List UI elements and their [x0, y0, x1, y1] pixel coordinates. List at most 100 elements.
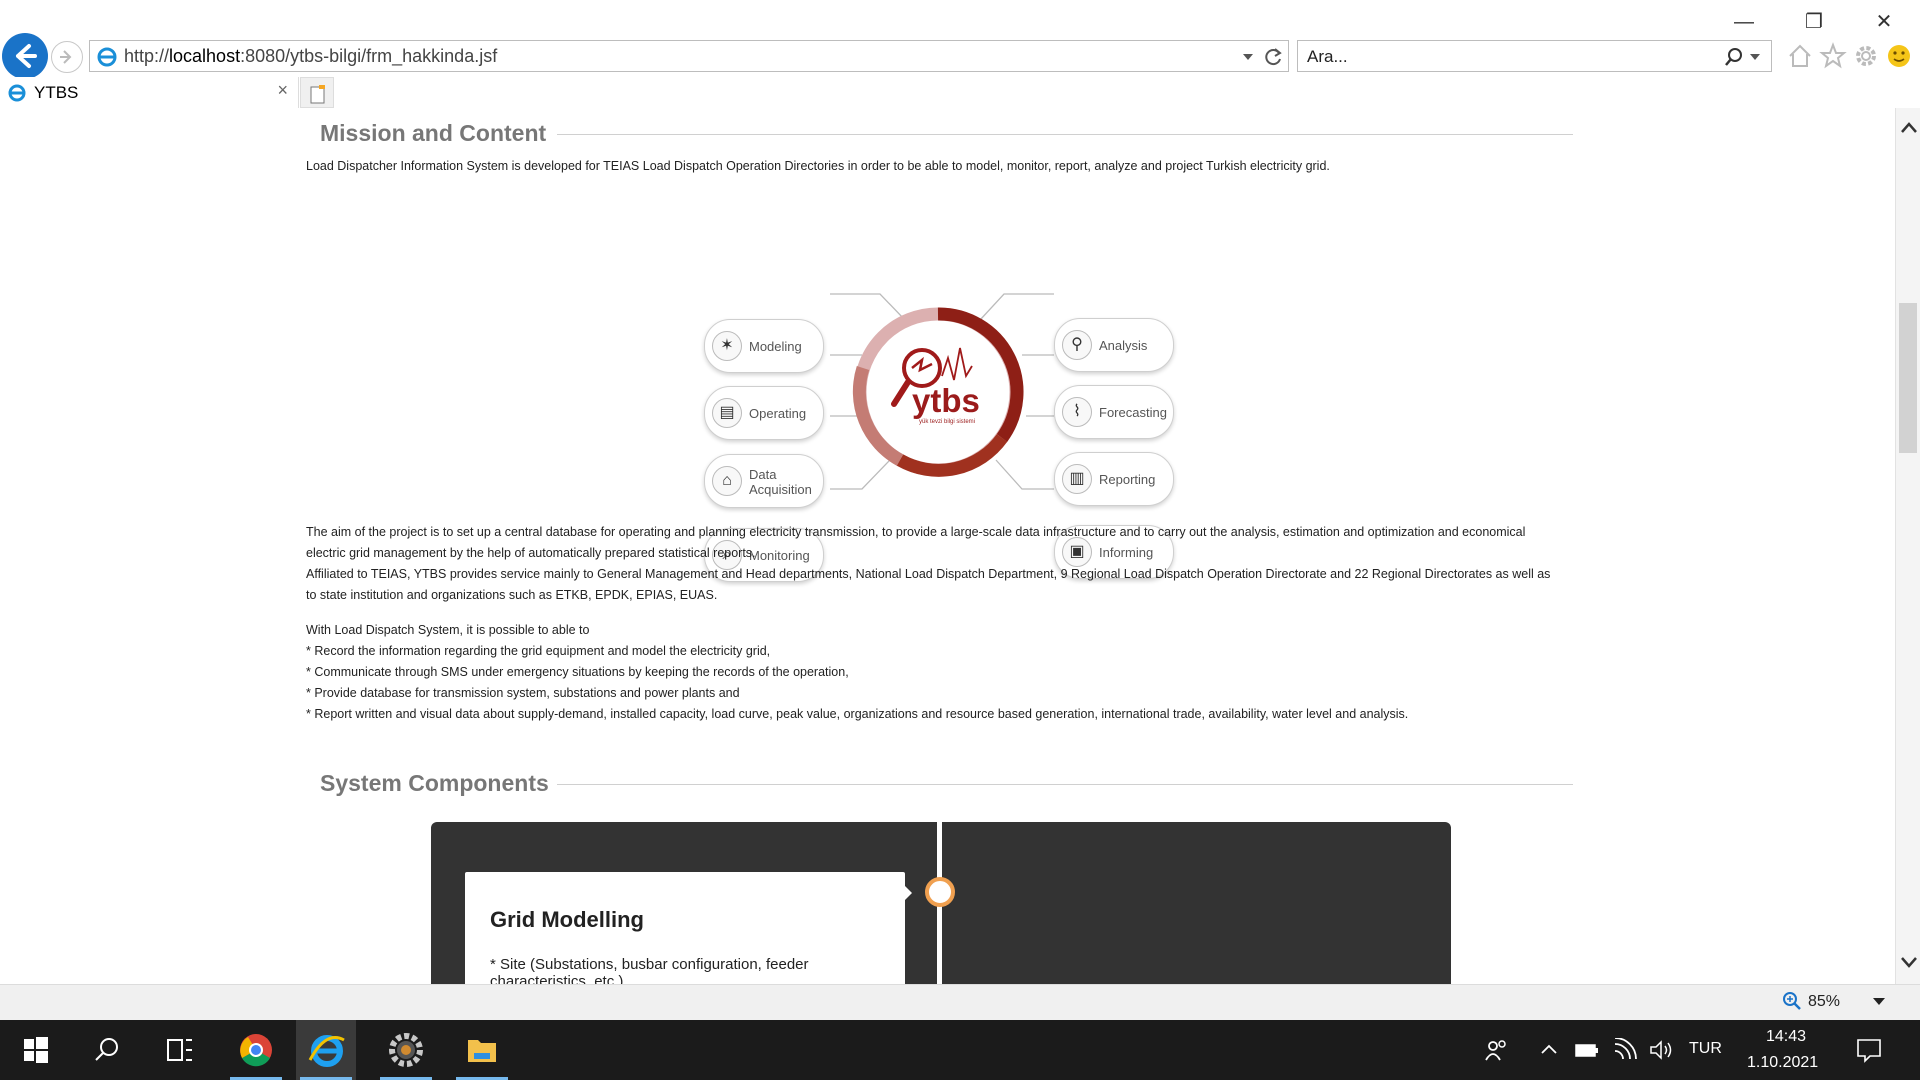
- pill-label-data-acquisition: Data Acquisition: [749, 467, 812, 497]
- address-bar[interactable]: http://localhost:8080/ytbs-bilgi/frm_hak…: [89, 40, 1289, 72]
- scroll-up-icon[interactable]: [1900, 120, 1918, 134]
- pill-analysis[interactable]: ⚲ Analysis: [1054, 318, 1174, 372]
- mission-section-title: Mission and Content: [320, 120, 547, 146]
- pill-data-acquisition[interactable]: ⌂ Data Acquisition: [704, 454, 824, 508]
- mission-title-divider: [557, 134, 1573, 135]
- components-section-title: System Components: [320, 770, 549, 796]
- tab-ytbs[interactable]: YTBS ×: [0, 77, 299, 108]
- mission-intro-text: Load Dispatcher Information System is de…: [306, 159, 1330, 173]
- trend-chart-icon: ⌇: [1062, 397, 1092, 427]
- ytbs-capabilities-diagram: ytbs yük tevzi bilgi sistemi ✶ Modeling …: [690, 198, 1190, 582]
- volume-icon[interactable]: [1648, 1038, 1674, 1062]
- folder-icon: [468, 1040, 496, 1062]
- zoom-dropdown-icon[interactable]: [1872, 997, 1886, 1007]
- vertical-scrollbar[interactable]: [1895, 108, 1920, 984]
- refresh-icon[interactable]: [1262, 46, 1284, 68]
- search-icon[interactable]: [1723, 46, 1745, 68]
- home-icon[interactable]: [1786, 42, 1814, 70]
- taskbar-search-button[interactable]: [78, 1020, 138, 1080]
- timeline-card-grid-modelling: Grid Modelling * Site (Substations, busb…: [465, 872, 905, 984]
- magnifier-icon: ⚲: [1062, 330, 1092, 360]
- aim-paragraph-2: Affiliated to TEIAS, YTBS provides servi…: [306, 567, 1551, 602]
- possible-item-3: * Provide database for transmission syst…: [306, 686, 740, 700]
- pill-reporting[interactable]: ▥ Reporting: [1054, 452, 1174, 506]
- chrome-taskbar-button[interactable]: [226, 1020, 286, 1080]
- wifi-icon[interactable]: [1612, 1038, 1638, 1062]
- new-tab-button[interactable]: [300, 77, 334, 108]
- pill-operating[interactable]: ▤ Operating: [704, 386, 824, 440]
- task-view-button[interactable]: [150, 1020, 210, 1080]
- timeline-card-title: Grid Modelling: [490, 907, 644, 932]
- ie-taskbar-button[interactable]: [296, 1020, 356, 1080]
- pill-label-operating: Operating: [749, 406, 807, 421]
- gear-app-icon: [389, 1033, 423, 1067]
- task-view-icon: [167, 1039, 192, 1061]
- ie-page-icon: [97, 47, 117, 67]
- clock-time[interactable]: 14:43: [1766, 1028, 1806, 1046]
- pill-forecasting[interactable]: ⌇ Forecasting: [1054, 385, 1174, 439]
- tray-chevron-up-icon[interactable]: [1540, 1042, 1558, 1056]
- search-dropdown-icon[interactable]: [1749, 51, 1761, 63]
- ytbs-logo-subtitle: yük tevzi bilgi sistemi: [919, 419, 976, 425]
- language-indicator[interactable]: TUR: [1689, 1040, 1722, 1058]
- page-viewport: Mission and Content Load Dispatcher Info…: [0, 108, 1895, 984]
- people-icon[interactable]: [1483, 1038, 1509, 1064]
- back-arrow-icon: [16, 44, 37, 68]
- possible-item-4: * Report written and visual data about s…: [306, 707, 1409, 721]
- possible-item-2: * Communicate through SMS under emergenc…: [306, 665, 849, 679]
- close-window-button[interactable]: ✕: [1866, 8, 1902, 36]
- clock-date[interactable]: 1.10.2021: [1747, 1054, 1818, 1072]
- internet-explorer-icon: [308, 1035, 345, 1067]
- back-button[interactable]: [2, 33, 48, 79]
- zoom-icon[interactable]: [1781, 990, 1803, 1012]
- scroll-thumb[interactable]: [1899, 303, 1917, 453]
- chrome-icon: [240, 1034, 272, 1067]
- antenna-icon: ⌂: [712, 466, 742, 496]
- timeline-card-text: * Site (Substations, busbar configuratio…: [490, 956, 809, 984]
- url-host: localhost: [169, 46, 241, 66]
- browser-chrome: — ❐ ✕ http://localhost:8080/ytbs-bilgi/f…: [0, 0, 1920, 108]
- url-path: :8080/ytbs-bilgi/frm_hakkinda.jsf: [240, 46, 498, 66]
- tab-close-icon[interactable]: ×: [277, 80, 288, 101]
- pill-label-reporting: Reporting: [1099, 472, 1156, 487]
- timeline-card-pointer: [903, 884, 912, 902]
- restore-button[interactable]: ❐: [1796, 8, 1832, 36]
- feedback-smiley-icon[interactable]: [1885, 42, 1913, 70]
- settings-gear-icon[interactable]: [1852, 42, 1880, 70]
- aim-paragraph-1: The aim of the project is to set up a ce…: [306, 525, 1526, 560]
- components-title-divider: [557, 784, 1573, 785]
- components-timeline: Grid Modelling * Site (Substations, busb…: [431, 822, 1451, 984]
- status-bar: 85%: [0, 984, 1920, 1020]
- tab-ie-icon: [8, 84, 26, 102]
- minimize-button[interactable]: —: [1726, 8, 1762, 36]
- zoom-level[interactable]: 85%: [1808, 993, 1840, 1011]
- favorites-star-icon[interactable]: [1819, 42, 1847, 70]
- url-text: http://localhost:8080/ytbs-bilgi/frm_hak…: [124, 46, 497, 67]
- new-tab-icon: [310, 85, 325, 104]
- start-button[interactable]: [6, 1020, 66, 1080]
- search-box[interactable]: Ara...: [1297, 40, 1772, 72]
- chevron-down-icon[interactable]: [1242, 51, 1254, 63]
- url-prefix: http://: [124, 46, 170, 66]
- ytbs-logo-text: ytbs: [912, 382, 980, 419]
- windows-logo-icon: [24, 1037, 48, 1063]
- pill-modeling[interactable]: ✶ Modeling: [704, 319, 824, 373]
- forward-arrow-icon: [60, 50, 72, 64]
- timeline-marker[interactable]: [925, 877, 955, 907]
- windows-taskbar: TUR 14:43 1.10.2021: [0, 1020, 1920, 1080]
- taskbar-search-icon: [95, 1038, 118, 1061]
- possible-intro-text: With Load Dispatch System, it is possibl…: [306, 623, 590, 637]
- settings-app-taskbar-button[interactable]: [376, 1020, 436, 1080]
- scroll-down-icon[interactable]: [1900, 956, 1918, 970]
- forward-button[interactable]: [51, 41, 83, 73]
- panel-icon: ▤: [712, 398, 742, 428]
- pill-label-forecasting: Forecasting: [1099, 405, 1167, 420]
- file-explorer-taskbar-button[interactable]: [452, 1020, 512, 1080]
- possible-item-1: * Record the information regarding the g…: [306, 644, 771, 658]
- network-icon: ✶: [712, 331, 742, 361]
- search-placeholder: Ara...: [1307, 47, 1348, 66]
- notification-center-icon[interactable]: [1856, 1037, 1882, 1063]
- battery-icon[interactable]: [1574, 1040, 1600, 1060]
- report-icon: ▥: [1062, 464, 1092, 494]
- pill-label-analysis: Analysis: [1099, 338, 1148, 353]
